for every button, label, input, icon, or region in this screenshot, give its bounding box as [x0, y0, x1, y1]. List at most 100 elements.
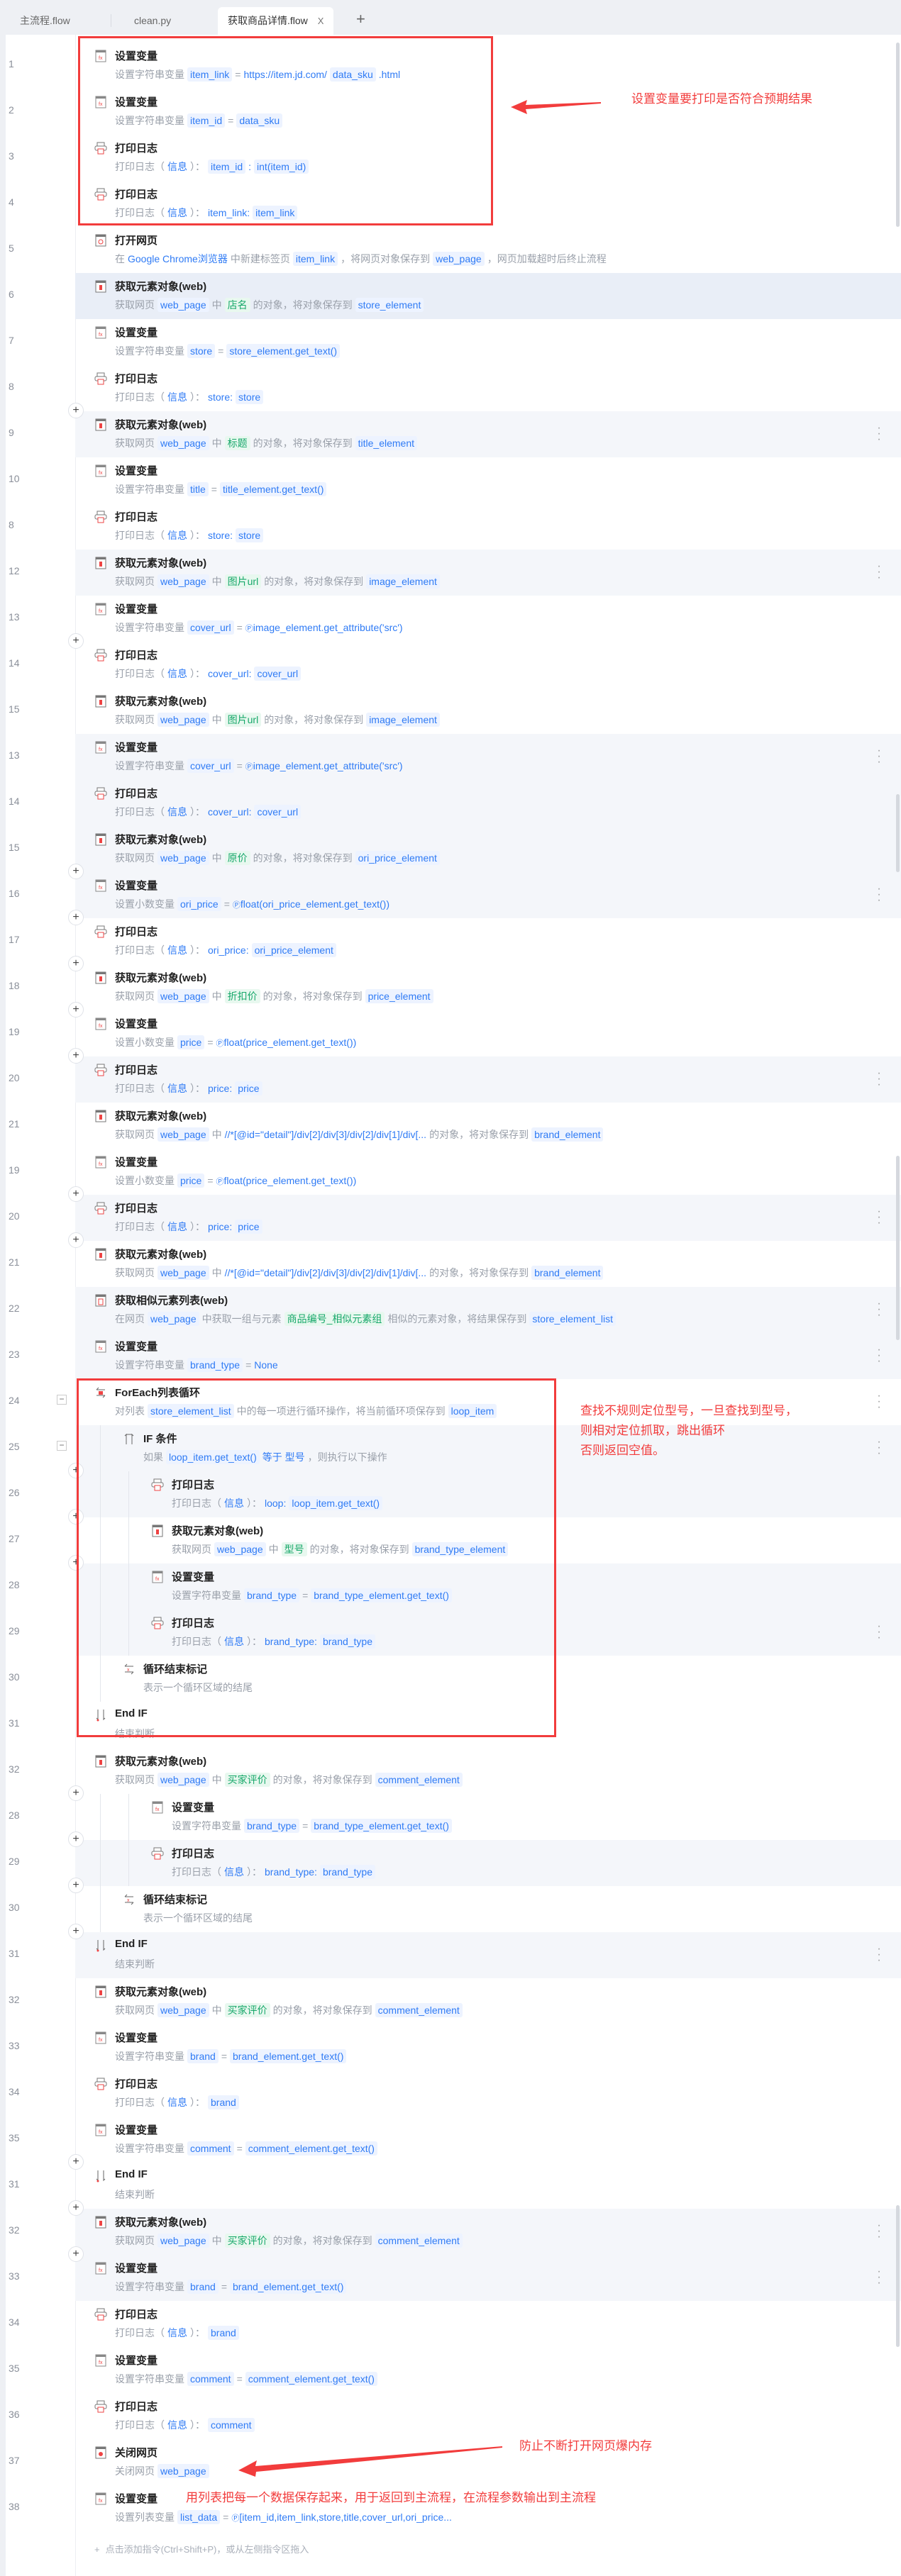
more-options-icon[interactable]: · · · — [877, 1437, 881, 1459]
insert-step-button[interactable]: + — [68, 1831, 84, 1847]
description-value: 信息 — [167, 2097, 187, 2108]
step-description: 结束判断 — [115, 1956, 157, 1973]
scrollbar-thumb[interactable] — [896, 794, 900, 872]
flow-step-web[interactable]: 15 获取元素对象(web) 获取网页 web_page 中图片url 的对象，将对象保存… — [0, 688, 901, 734]
more-options-icon[interactable]: · · · — [877, 883, 881, 906]
tab-main-flow[interactable]: 主流程.flow — [20, 7, 70, 35]
flow-step-setvar[interactable]: 33 + fx 设置变量 设置字符串变量 brand = brand_element.get_… — [0, 2246, 901, 2301]
setvar-icon: fx — [152, 1801, 163, 1814]
more-options-icon[interactable]: · · · — [877, 1944, 881, 1966]
step-description: 打印日志（ 信息）： price: price — [115, 1218, 265, 1235]
flow-step-log[interactable]: 29 + 打印日志 打印日志（ 信息）： brand_type: brand_type — [0, 1831, 901, 1886]
description-text: 的对象，将对象保存到 — [264, 714, 364, 725]
insert-step-button[interactable]: + — [68, 910, 84, 925]
flow-step-setvar[interactable]: 13 fx 设置变量设置字符串变量cover_url=image_element.g… — [0, 596, 901, 642]
insert-step-button[interactable]: + — [68, 1232, 84, 1248]
more-options-icon[interactable]: · · · — [877, 2266, 881, 2289]
insert-step-button[interactable]: + — [68, 1002, 84, 1017]
flow-step-web[interactable]: 6 获取元素对象(web) 获取网页 web_page 中店名 的对象，将对象保存到 sto… — [0, 273, 901, 319]
more-options-icon[interactable]: · · · — [877, 2220, 881, 2243]
flow-step-web[interactable]: 32 + 获取元素对象(web) 获取网页 web_page 中买家评价 的对象，将对象保存… — [0, 2200, 901, 2255]
flow-step-log[interactable]: 34 打印日志 打印日志（ 信息）： brand — [0, 2301, 901, 2347]
insert-step-button[interactable]: + — [68, 1048, 84, 1064]
collapse-toggle[interactable]: − — [57, 1441, 67, 1451]
insert-step-button[interactable]: + — [68, 2200, 84, 2216]
flow-step-similar[interactable]: 22 获取相似元素列表(web) 在网页 web_page 中获取一组与元素 商品编号_相… — [0, 1287, 901, 1333]
flow-step-open[interactable]: 5 打开网页在 Google Chrome浏览器 中新建标签页 item_link ，将网… — [0, 227, 901, 273]
flow-step-setvar[interactable]: 33 fx 设置变量 设置字符串变量 brand = brand_element.get_t… — [0, 2024, 901, 2070]
flow-step-web[interactable]: 9 + 获取元素对象(web) 获取网页 web_page 中标题 的对象，将对象保存到 ti… — [0, 403, 901, 457]
flow-step-web[interactable]: 12 获取元素对象(web) 获取网页 web_page 中图片url 的对象，将对象保存… — [0, 550, 901, 596]
add-command-hint[interactable]: + 点击添加指令(Ctrl+Shift+P)，或从左侧指令区拖入 — [94, 2542, 314, 2555]
more-options-icon[interactable]: · · · — [877, 423, 881, 445]
tab-product-detail-flow[interactable]: 获取商品详情.flow X — [218, 7, 334, 35]
more-options-icon[interactable]: · · · — [877, 1298, 881, 1321]
add-tab-button[interactable]: + — [356, 9, 365, 30]
scrollbar-thumb[interactable] — [896, 2205, 900, 2347]
flow-step-setvar[interactable]: 7 fx 设置变量 设置字符串变量 store = store_element.get_te… — [0, 319, 901, 365]
insert-step-button[interactable]: + — [68, 633, 84, 649]
flow-step-setvar[interactable]: 19 fx 设置变量设置小数变量price=float(price_element.… — [0, 1149, 901, 1195]
flow-step-web[interactable]: 32 获取元素对象(web) 获取网页 web_page 中买家评价 的对象，将对象保存到… — [0, 1978, 901, 2024]
insert-step-button[interactable]: + — [68, 864, 84, 879]
flow-step-web[interactable]: 15 获取元素对象(web) 获取网页 web_page 中原价 的对象，将对象保存到 or… — [0, 826, 901, 872]
tab-clean-py[interactable]: clean.py — [134, 7, 171, 35]
flow-step-setvar[interactable]: 23 fx 设置变量 设置字符串变量 brand_type = None · · · — [0, 1333, 901, 1379]
scrollbar-thumb[interactable] — [896, 1156, 900, 1340]
flow-step-log[interactable]: 8 打印日志 打印日志（ 信息）： store: store — [0, 503, 901, 550]
flow-step-setvar[interactable]: 35 fx 设置变量 设置字符串变量 comment = comment_element.g… — [0, 2347, 901, 2393]
line-number: 1 — [9, 58, 14, 69]
flow-step-endloop[interactable]: 30 + x 循环结束标记 表示一个循环区域的结尾 — [0, 1878, 901, 1932]
scrollbar-thumb[interactable] — [896, 43, 900, 227]
insert-step-button[interactable]: + — [68, 1878, 84, 1893]
description-text: 打印日志（ — [115, 530, 165, 541]
insert-step-button[interactable]: + — [68, 1186, 84, 1202]
log-icon — [151, 1847, 164, 1860]
flow-step-endif[interactable]: 31 + End IF 结束判断 — [0, 2154, 901, 2209]
more-options-icon[interactable]: · · · — [877, 1344, 881, 1367]
step-title: 打印日志 — [115, 649, 158, 662]
insert-step-button[interactable]: + — [68, 956, 84, 971]
description-text: = — [223, 898, 230, 910]
line-number: 18 — [9, 980, 20, 991]
flow-step-setvar[interactable]: 10 fx 设置变量 设置字符串变量 title = title_element.get_t… — [0, 457, 901, 503]
flow-step-web[interactable]: 32 获取元素对象(web) 获取网页 web_page 中买家评价 的对象，将对象保存到… — [0, 1748, 901, 1794]
flow-step-setvar[interactable]: 28 + fx 设置变量 设置字符串变量 brand_type = brand_type_el… — [0, 1785, 901, 1840]
line-number: 4 — [9, 196, 14, 208]
insert-step-button[interactable]: + — [68, 2246, 84, 2262]
more-options-icon[interactable]: · · · — [877, 561, 881, 584]
flow-step-setvar[interactable]: 35 fx 设置变量 设置字符串变量 comment = comment_element.g… — [0, 2117, 901, 2163]
flow-step-log[interactable]: 14 打印日志 打印日志（ 信息）： cover_url: cover_url — [0, 780, 901, 826]
flow-step-log[interactable]: 20 + 打印日志 打印日志（ 信息）： price: price · · · — [0, 1186, 901, 1241]
flow-step-log[interactable]: 34 打印日志 打印日志（ 信息）： brand — [0, 2070, 901, 2117]
insert-step-button[interactable]: + — [68, 403, 84, 418]
description-text: 在 — [115, 253, 125, 264]
flow-step-log[interactable]: 14 + 打印日志 打印日志（ 信息）： cover_url: cover_url — [0, 633, 901, 688]
step-description: 设置小数变量price=float(price_element.get_text… — [115, 1172, 359, 1189]
description-text: 打印日志（ — [172, 1866, 221, 1878]
more-options-icon[interactable]: · · · — [877, 1621, 881, 1644]
svg-text:fx: fx — [99, 2499, 103, 2504]
flow-step-web[interactable]: 21 获取元素对象(web) 获取网页 web_page 中//*[@id="detai… — [0, 1103, 901, 1149]
close-tab-icon[interactable]: X — [318, 16, 324, 26]
insert-step-button[interactable]: + — [68, 1785, 84, 1801]
variable-chip: web_page — [157, 989, 209, 1003]
flow-step-log[interactable]: 36 打印日志 打印日志（ 信息）： comment — [0, 2393, 901, 2439]
collapse-toggle[interactable]: − — [57, 1395, 67, 1405]
flow-step-setvar[interactable]: 16 + fx 设置变量设置小数变量ori_price=float(ori_price… — [0, 864, 901, 918]
flow-step-endif[interactable]: 31 + End IF 结束判断 · · · — [0, 1924, 901, 1978]
more-options-icon[interactable]: · · · — [877, 1068, 881, 1091]
flow-step-log[interactable]: 20 + 打印日志 打印日志（ 信息）： price: price · · · — [0, 1048, 901, 1103]
flow-step-web[interactable]: 21 + 获取元素对象(web) 获取网页 web_page 中//*[@id="deta… — [0, 1232, 901, 1287]
flow-step-log[interactable]: 8 打印日志 打印日志（ 信息）： store: store — [0, 365, 901, 411]
more-options-icon[interactable]: · · · — [877, 1390, 881, 1413]
more-options-icon[interactable]: · · · — [877, 1206, 881, 1229]
description-text: 中 — [211, 1774, 222, 1785]
flow-step-log[interactable]: 17 + 打印日志 打印日志（ 信息）： ori_price: ori_price_elem… — [0, 910, 901, 964]
flow-step-web[interactable]: 18 + 获取元素对象(web) 获取网页 web_page 中折扣价 的对象，将对象保存到… — [0, 956, 901, 1010]
flow-step-setvar[interactable]: 19 + fx 设置变量设置小数变量price=float(price_element… — [0, 1002, 901, 1056]
insert-step-button[interactable]: + — [68, 1924, 84, 1939]
insert-step-button[interactable]: + — [68, 2154, 84, 2170]
more-options-icon[interactable]: · · · — [877, 745, 881, 768]
flow-step-setvar[interactable]: 13 fx 设置变量设置字符串变量cover_url=image_element.g… — [0, 734, 901, 780]
